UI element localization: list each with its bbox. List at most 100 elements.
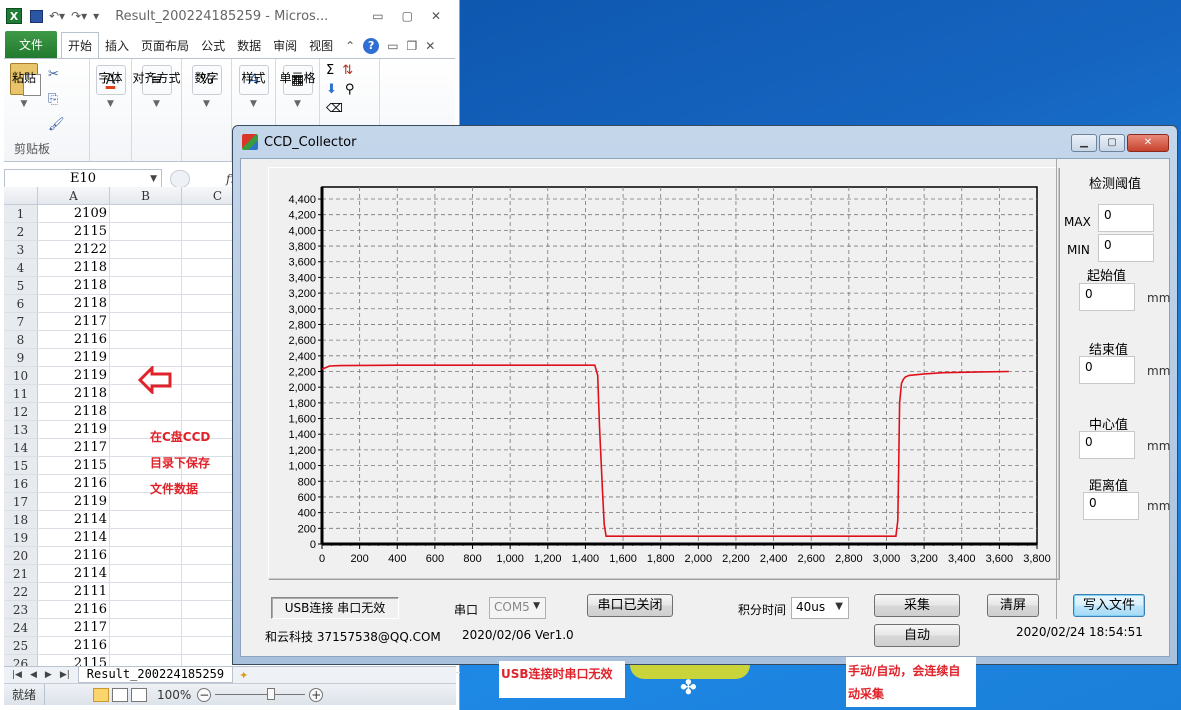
collapse-ribbon-icon[interactable]: ⌃ [345,39,355,53]
center-input[interactable]: 0 [1079,431,1135,459]
cell-b[interactable] [110,277,182,294]
tab-data[interactable]: 数据 [231,33,267,58]
serial-port-toggle-button[interactable]: 串口已关闭 [587,594,673,617]
cell-b[interactable] [110,403,182,420]
cell-b[interactable] [110,637,182,654]
cell-a[interactable]: 2118 [38,385,110,402]
row-header[interactable]: 16 [4,475,38,492]
fill-icon[interactable]: ⬇ [326,82,337,97]
end-input[interactable]: 0 [1079,356,1135,384]
normal-view-icon[interactable] [93,687,110,702]
row-header[interactable]: 22 [4,583,38,600]
row-header[interactable]: 6 [4,295,38,312]
undo-icon[interactable]: ↶▾ [49,9,65,23]
integration-dropdown-icon[interactable]: ▼ [835,601,843,612]
column-header-a[interactable]: A [38,187,110,204]
insert-sheet-icon[interactable]: ✦ [239,669,248,682]
cell-b[interactable] [110,223,182,240]
doc-close-icon[interactable]: ✕ [425,39,435,53]
row-header[interactable]: 23 [4,601,38,618]
row-header[interactable]: 12 [4,403,38,420]
tab-page-layout[interactable]: 页面布局 [135,33,195,58]
row-header[interactable]: 7 [4,313,38,330]
ccd-minimize-button[interactable]: ▁ [1071,134,1097,152]
tab-formulas[interactable]: 公式 [195,33,231,58]
last-sheet-icon[interactable]: ▶| [60,670,70,680]
zoom-level[interactable]: 100% [157,688,191,702]
doc-restore-icon[interactable]: ❐ [407,39,418,53]
cell-b[interactable] [110,529,182,546]
doc-minimize-icon[interactable]: ▭ [387,39,398,53]
sheet-tab[interactable]: Result_200224185259 [77,667,234,683]
row-header[interactable]: 20 [4,547,38,564]
paste-label[interactable]: 粘贴 [12,69,36,86]
next-sheet-icon[interactable]: ▶ [45,670,52,680]
tab-review[interactable]: 审阅 [267,33,303,58]
cut-icon[interactable]: ✂ [48,67,65,82]
integration-time-select[interactable]: 40us ▼ [791,597,849,619]
cell-a[interactable]: 2117 [38,313,110,330]
row-header[interactable]: 24 [4,619,38,636]
auto-button[interactable]: 自动 [874,624,960,647]
cell-a[interactable]: 2115 [38,223,110,240]
page-break-view-icon[interactable] [131,687,148,702]
cell-a[interactable]: 2114 [38,511,110,528]
row-header[interactable]: 19 [4,529,38,546]
cell-a[interactable]: 2111 [38,583,110,600]
row-header[interactable]: 13 [4,421,38,438]
tab-file[interactable]: 文件 [5,31,58,58]
cell-a[interactable]: 2114 [38,529,110,546]
sort-filter-icon[interactable]: ⇅ [342,63,353,78]
min-input[interactable]: 0 [1098,234,1154,262]
tab-view[interactable]: 视图 [303,33,339,58]
row-header[interactable]: 17 [4,493,38,510]
redo-icon[interactable]: ↷▾ [71,9,87,23]
cell-a[interactable]: 2119 [38,493,110,510]
cell-a[interactable]: 2122 [38,241,110,258]
cell-a[interactable]: 2116 [38,601,110,618]
write-file-button[interactable]: 写入文件 [1073,594,1145,617]
row-header[interactable]: 4 [4,259,38,276]
distance-input[interactable]: 0 [1083,492,1139,520]
clear-screen-button[interactable]: 清屏 [987,594,1039,617]
row-header[interactable]: 2 [4,223,38,240]
cell-a[interactable]: 2118 [38,403,110,420]
cell-a[interactable]: 2116 [38,475,110,492]
cell-a[interactable]: 2119 [38,421,110,438]
font-group[interactable]: A 字体 ▼ [90,59,132,161]
start-input[interactable]: 0 [1079,283,1135,311]
cell-a[interactable]: 2119 [38,367,110,384]
cell-b[interactable] [110,241,182,258]
cell-b[interactable] [110,565,182,582]
format-painter-icon[interactable]: 🖌 [48,117,65,132]
zoom-slider-thumb[interactable] [267,688,276,700]
minimize-button[interactable]: ▭ [372,9,383,23]
row-header[interactable]: 9 [4,349,38,366]
row-header[interactable]: 18 [4,511,38,528]
find-icon[interactable]: ⚲ [345,82,355,97]
zoom-in-icon[interactable]: + [309,687,324,702]
cell-b[interactable] [110,313,182,330]
select-all-corner[interactable] [4,187,38,204]
port-select[interactable]: COM5 ▼ [489,597,546,619]
ccd-maximize-button[interactable]: ▢ [1099,134,1125,152]
cell-a[interactable]: 2117 [38,439,110,456]
cell-a[interactable]: 2114 [38,565,110,582]
cell-b[interactable] [110,295,182,312]
cell-b[interactable] [110,547,182,564]
save-icon[interactable] [30,9,43,23]
row-header[interactable]: 11 [4,385,38,402]
collect-button[interactable]: 采集 [874,594,960,617]
prev-sheet-icon[interactable]: ◀ [30,670,37,680]
cell-a[interactable]: 2116 [38,637,110,654]
cell-b[interactable] [110,349,182,366]
cell-a[interactable]: 2118 [38,295,110,312]
cell-b[interactable] [110,619,182,636]
row-header[interactable]: 1 [4,205,38,222]
cell-b[interactable] [110,205,182,222]
cell-a[interactable]: 2119 [38,349,110,366]
paste-dropdown-icon[interactable]: ▼ [21,99,28,109]
row-header[interactable]: 5 [4,277,38,294]
row-header[interactable]: 10 [4,367,38,384]
cell-a[interactable]: 2116 [38,547,110,564]
